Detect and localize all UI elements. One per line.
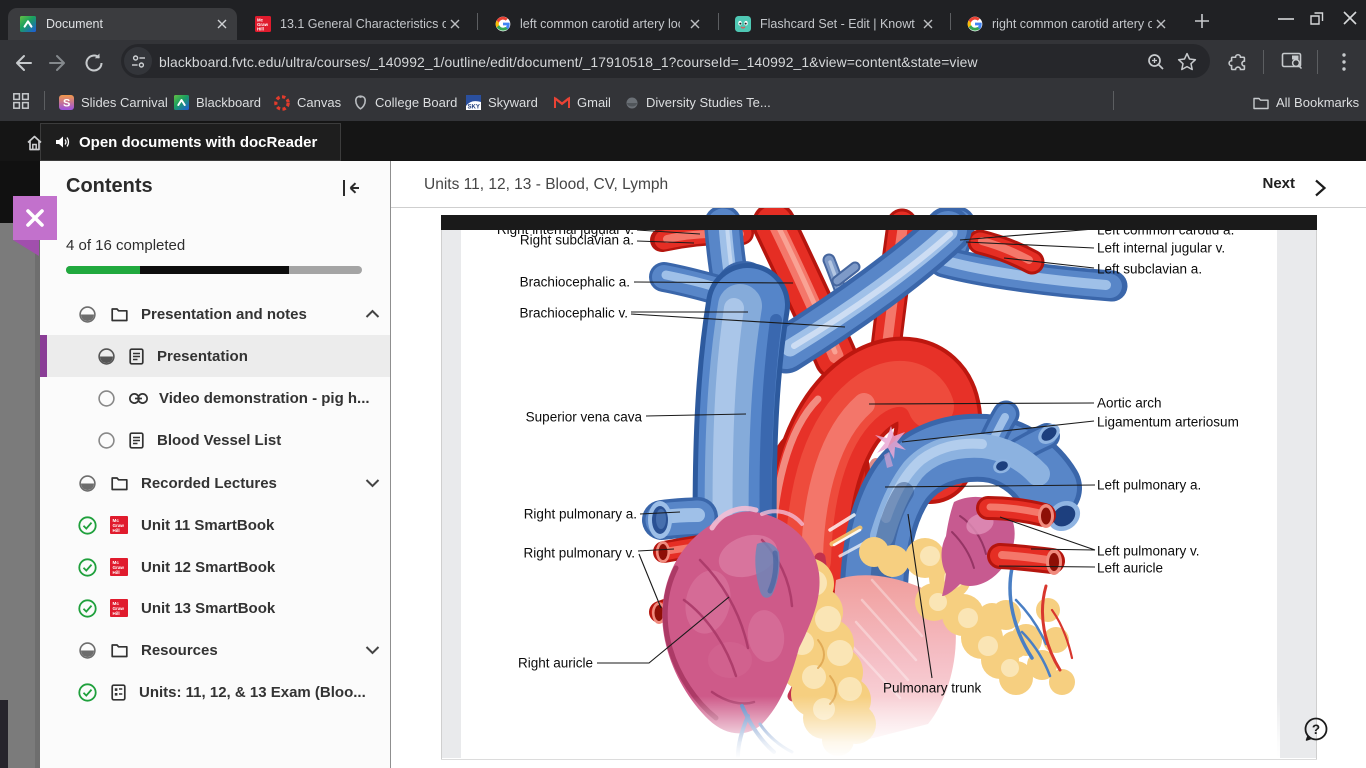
svg-text:?: ?: [1312, 722, 1320, 737]
svg-text:Hill: Hill: [113, 611, 120, 616]
svg-text:Aortic arch: Aortic arch: [1097, 396, 1162, 411]
svg-text:Left subclavian a.: Left subclavian a.: [1097, 262, 1202, 277]
svg-text:Hill: Hill: [113, 570, 120, 575]
svg-text:Left pulmonary v.: Left pulmonary v.: [1097, 544, 1200, 559]
svg-text:SKY: SKY: [468, 105, 480, 111]
svg-text:Ligamentum arteriosum: Ligamentum arteriosum: [1097, 415, 1239, 430]
svg-text:Brachiocephalic a.: Brachiocephalic a.: [520, 275, 630, 290]
svg-text:Right pulmonary a.: Right pulmonary a.: [524, 507, 637, 522]
svg-text:Right auricle: Right auricle: [518, 656, 593, 671]
svg-text:Brachiocephalic v.: Brachiocephalic v.: [519, 306, 628, 321]
svg-text:Left auricle: Left auricle: [1097, 561, 1163, 576]
svg-text:Hill: Hill: [257, 27, 264, 32]
svg-text:Hill: Hill: [113, 528, 120, 533]
svg-text:Right subclavian a.: Right subclavian a.: [520, 233, 634, 248]
svg-text:Left internal jugular v.: Left internal jugular v.: [1097, 241, 1225, 256]
svg-text:Superior vena cava: Superior vena cava: [526, 410, 643, 425]
svg-text:Left pulmonary a.: Left pulmonary a.: [1097, 478, 1201, 493]
svg-text:Pulmonary trunk: Pulmonary trunk: [883, 681, 982, 696]
svg-text:S: S: [63, 98, 70, 110]
svg-text:Right pulmonary v.: Right pulmonary v.: [523, 546, 635, 561]
